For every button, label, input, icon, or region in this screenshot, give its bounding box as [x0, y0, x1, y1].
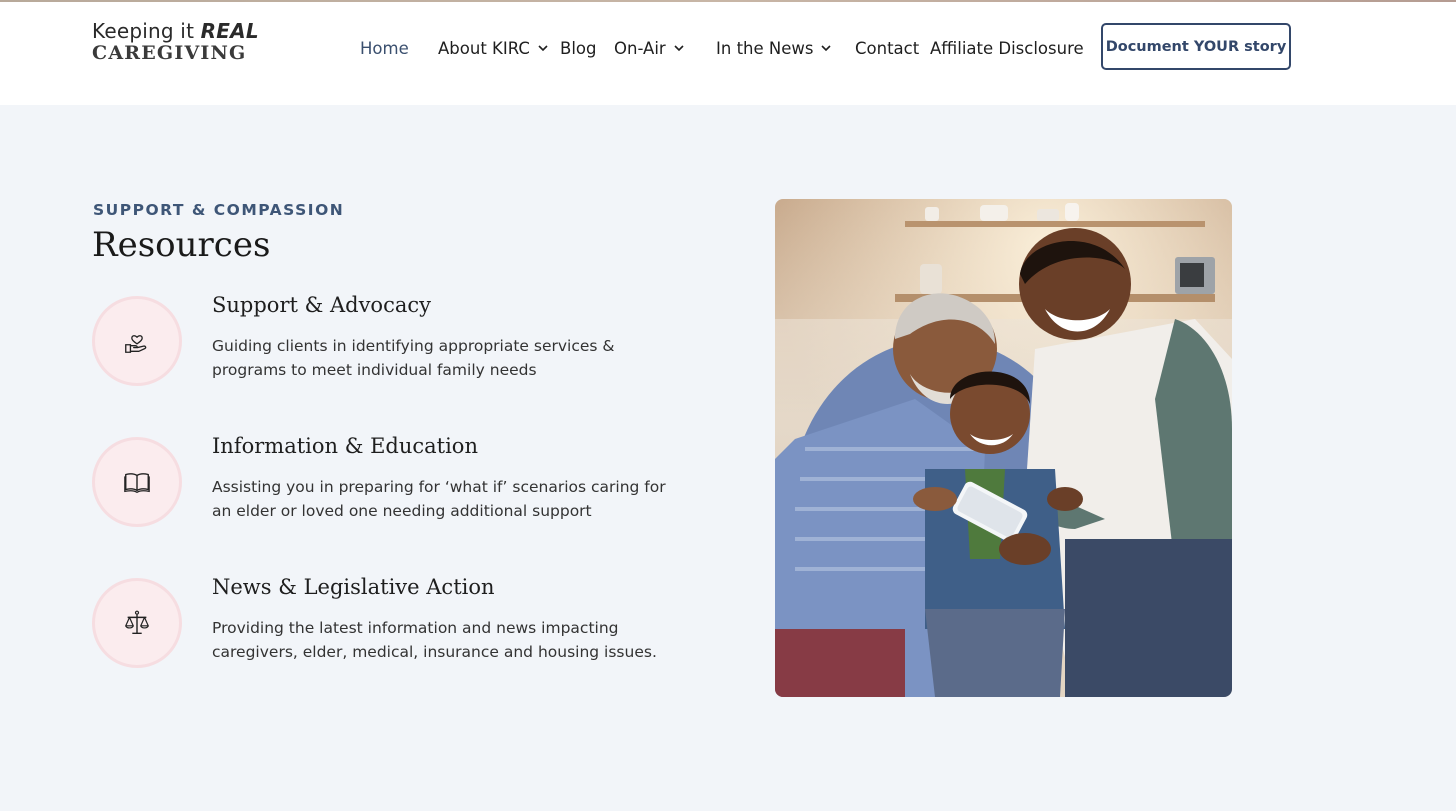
section-eyebrow: SUPPORT & COMPASSION: [93, 201, 345, 219]
heart-hand-icon: [125, 335, 147, 353]
nav-affiliate-disclosure[interactable]: Affiliate Disclosure: [930, 36, 1084, 60]
nav-blog[interactable]: Blog: [560, 36, 596, 60]
document-your-story-button[interactable]: Document YOUR story: [1101, 23, 1291, 70]
resource-title: Support & Advocacy: [212, 293, 431, 317]
resource-description: Assisting you in preparing for ‘what if’…: [212, 478, 666, 520]
nav-contact[interactable]: Contact: [855, 36, 919, 60]
icon-circle: [92, 437, 182, 527]
open-book-icon: [124, 473, 150, 494]
resource-item-information-education: Information & Education Assisting you in…: [92, 434, 692, 537]
section-title: Resources: [92, 225, 271, 265]
nav-in-the-news[interactable]: In the News: [716, 36, 832, 60]
icon-circle: [92, 296, 182, 386]
family-photo-illustration: [775, 199, 1232, 697]
resource-description: Guiding clients in identifying appropria…: [212, 337, 615, 379]
scales-icon: [125, 610, 149, 635]
icon-circle: [92, 578, 182, 668]
resource-item-news-legislative: News & Legislative Action Providing the …: [92, 575, 692, 678]
resource-title: Information & Education: [212, 434, 478, 458]
nav-about-kirc[interactable]: About KIRC: [438, 36, 548, 60]
chevron-down-icon: [538, 45, 548, 52]
nav-home[interactable]: Home: [360, 36, 409, 60]
resource-title: News & Legislative Action: [212, 575, 495, 599]
nav-on-air[interactable]: On-Air: [614, 36, 684, 60]
resource-item-support-advocacy: Support & Advocacy Guiding clients in id…: [92, 293, 692, 396]
family-photo: [775, 199, 1232, 697]
chevron-down-icon: [821, 45, 832, 52]
chevron-down-icon: [674, 45, 684, 52]
site-header: Keeping it REAL CAREGIVING Home About KI…: [0, 2, 1456, 105]
resource-description: Providing the latest information and new…: [212, 619, 657, 661]
